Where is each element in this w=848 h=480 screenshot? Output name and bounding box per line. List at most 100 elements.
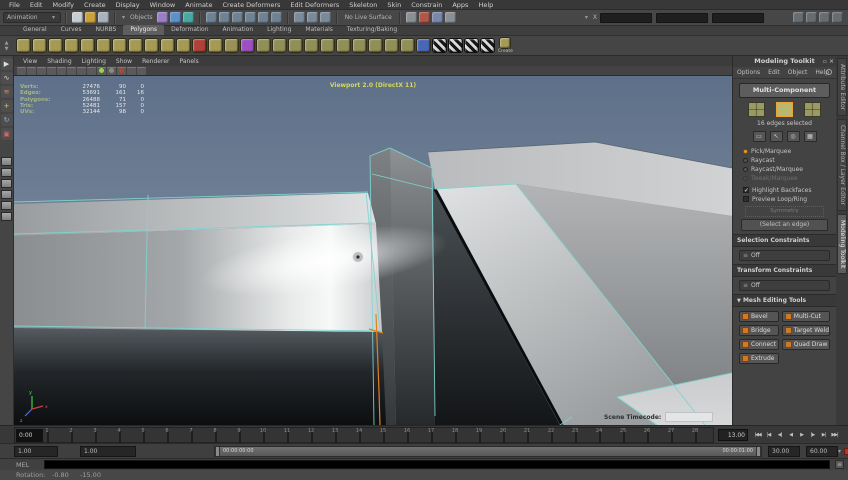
z-entry-field[interactable]	[712, 13, 764, 23]
shelf-tab-polygons[interactable]: Polygons	[123, 25, 164, 35]
mesh-column-right-face[interactable]	[390, 148, 435, 425]
menu-display[interactable]: Display	[111, 0, 145, 10]
bevel-button[interactable]: Bevel	[739, 311, 779, 322]
shelf-tab-general[interactable]: General	[16, 25, 54, 35]
select-an-edge-button[interactable]: (Select an edge)	[741, 219, 828, 231]
image-plane-icon[interactable]	[57, 67, 66, 75]
chevron-down-icon[interactable]: ▾	[838, 448, 841, 455]
no-live-surface-label[interactable]: No Live Surface	[345, 14, 392, 21]
multi-cut-button[interactable]: Multi-Cut	[782, 311, 830, 322]
scale-tool[interactable]: ▣	[1, 128, 13, 140]
marquee-select-icon[interactable]: ▭	[753, 131, 766, 142]
menu-window[interactable]: Window	[145, 0, 181, 10]
uv-auto-mapping-icon[interactable]	[448, 38, 463, 53]
select-tool[interactable]: ▶	[1, 58, 13, 70]
x-entry-field[interactable]	[600, 13, 652, 23]
script-editor-icon[interactable]: ≡	[835, 460, 844, 469]
target-weld-button[interactable]: Target Weld	[782, 325, 830, 336]
output-connections-icon[interactable]	[307, 12, 318, 23]
ipr-render-icon[interactable]	[432, 12, 443, 23]
panel-menu-lighting[interactable]: Lighting	[77, 58, 111, 65]
play-backwards-button[interactable]: ◀	[785, 432, 796, 438]
shelf-tab-materials[interactable]: Materials	[298, 25, 340, 35]
render-settings-icon[interactable]	[445, 12, 456, 23]
side-tab-modeling-toolkit[interactable]: Modeling Toolkit	[837, 214, 847, 274]
shelf-item-create[interactable]: Create	[498, 37, 513, 54]
shelf-tab-texturing-baking[interactable]: Texturing/Baking	[340, 25, 404, 35]
toolkit-menu-options[interactable]: Options	[733, 69, 764, 76]
menu-create-deformers[interactable]: Create Deformers	[218, 0, 286, 10]
open-render-view-icon[interactable]	[406, 12, 417, 23]
snap-grid-icon[interactable]	[206, 12, 217, 23]
poly-helix-icon[interactable]	[160, 38, 175, 53]
poly-cylinder-icon[interactable]	[48, 38, 63, 53]
menu-skeleton[interactable]: Skeleton	[344, 0, 382, 10]
snap-projected-center-icon[interactable]	[245, 12, 256, 23]
layout-single-pane[interactable]	[1, 157, 12, 166]
poly-plane-icon[interactable]	[80, 38, 95, 53]
sculpt-tool-icon[interactable]	[224, 38, 239, 53]
extrude-button[interactable]: Extrude	[739, 353, 779, 364]
super-shape-icon[interactable]	[240, 38, 255, 53]
poly-cone-icon[interactable]	[64, 38, 79, 53]
construction-history-icon[interactable]	[320, 12, 331, 23]
save-scene-icon[interactable]	[98, 12, 109, 23]
select-object-icon[interactable]	[170, 12, 181, 23]
toggle-channel-box-icon[interactable]	[819, 12, 830, 23]
side-tab-attribute-editor[interactable]: Attribute Editor	[837, 58, 847, 116]
transform-constraints-header[interactable]: Transform Constraints	[733, 264, 836, 277]
menu-modify[interactable]: Modify	[47, 0, 79, 10]
bridge-button[interactable]: Bridge	[739, 325, 779, 336]
radio-raycast-marquee[interactable]: Raycast/Marquee	[743, 165, 836, 173]
transform-constraints-dropdown[interactable]: ≡ Off	[739, 280, 830, 291]
close-icon[interactable]: ×	[829, 58, 834, 65]
connect-button[interactable]: Connect	[739, 339, 779, 350]
menu-set-dropdown[interactable]: Animation ▾	[3, 12, 61, 23]
auto-keyframe-icon[interactable]	[844, 448, 848, 455]
poly-soccer-ball-icon[interactable]	[176, 38, 191, 53]
select-camera-icon[interactable]	[17, 67, 26, 75]
menu-animate[interactable]: Animate	[180, 0, 217, 10]
lasso-select-tool[interactable]: ∿	[1, 72, 13, 84]
mesh-editing-tools-header[interactable]: ▼ Mesh Editing Tools	[733, 294, 836, 307]
camera-attributes-icon[interactable]	[37, 67, 46, 75]
layout-persp-uv[interactable]	[1, 212, 12, 221]
menu-apps[interactable]: Apps	[447, 0, 473, 10]
snap-point-icon[interactable]	[232, 12, 243, 23]
menu-edit-deformers[interactable]: Edit Deformers	[285, 0, 344, 10]
layout-persp-outliner[interactable]	[1, 179, 12, 188]
uv-cylindrical-mapping-icon[interactable]	[464, 38, 479, 53]
multi-component-button[interactable]: Multi-Component	[739, 83, 830, 98]
snap-curve-icon[interactable]	[219, 12, 230, 23]
current-time-field[interactable]: 13.00	[718, 429, 748, 441]
radio-raycast[interactable]: Raycast	[743, 156, 836, 164]
multi-cut-shelf-icon[interactable]	[400, 38, 415, 53]
side-tab-channel-box-layer-editor[interactable]: Channel Box / Layer Editor	[837, 119, 847, 211]
layout-four-pane[interactable]	[1, 168, 12, 177]
viewport-3d[interactable]: y x z Verts:27476900Edges:5369116116Poly…	[14, 76, 732, 425]
panel-menu-show[interactable]: Show	[111, 58, 137, 65]
quad-draw-button[interactable]: Quad Draw	[782, 339, 830, 350]
step-forward-key-button[interactable]: |▶	[807, 432, 818, 438]
uv-spherical-mapping-icon[interactable]	[480, 38, 495, 53]
step-forward-frame-button[interactable]: ▶|	[818, 432, 829, 438]
camera-based-selection-icon[interactable]: ◎	[787, 131, 800, 142]
boolean-difference-icon[interactable]	[272, 38, 287, 53]
menu-create[interactable]: Create	[79, 0, 111, 10]
range-start-handle[interactable]	[215, 447, 220, 456]
radio-pick-marquee[interactable]: Pick/Marquee	[743, 147, 836, 155]
open-scene-icon[interactable]	[85, 12, 96, 23]
paint-select-tool[interactable]: ≋	[1, 86, 13, 98]
shadows-icon[interactable]	[107, 67, 116, 75]
frame-rate-icon[interactable]	[137, 67, 146, 75]
resolution-gate-icon[interactable]	[77, 67, 86, 75]
range-end-handle[interactable]	[756, 447, 761, 456]
radio-tweak-marquee[interactable]: Tweak/Marquee	[743, 174, 836, 182]
playback-end-field[interactable]: 30.00	[768, 446, 800, 457]
isolate-select-icon[interactable]	[127, 67, 136, 75]
gate-mask-icon[interactable]	[87, 67, 96, 75]
time-slider[interactable]: 0:00 12345678910111213141516171819202122…	[14, 427, 714, 443]
command-line-input[interactable]	[44, 460, 830, 469]
shelf-tab-nurbs[interactable]: NURBS	[88, 25, 123, 35]
checkbox-preview-loop-ring[interactable]: Preview Loop/Ring	[743, 195, 836, 203]
